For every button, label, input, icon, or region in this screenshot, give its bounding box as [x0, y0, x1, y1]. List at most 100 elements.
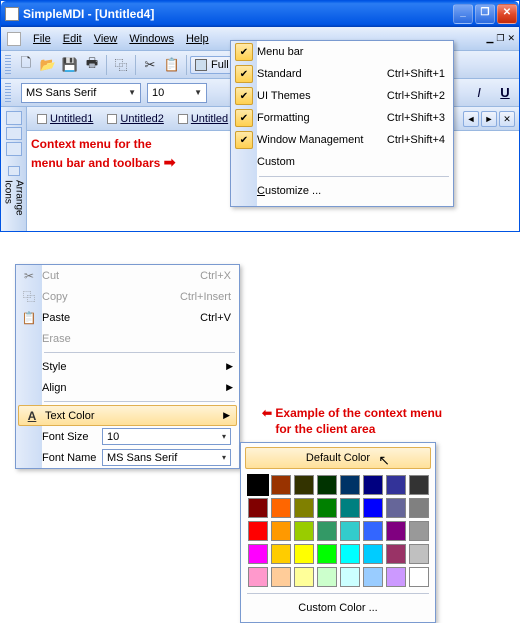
color-swatch[interactable]: [271, 475, 291, 495]
doc-icon: [178, 114, 188, 124]
toolbar-grip[interactable]: [5, 55, 11, 75]
separator: [44, 352, 235, 353]
tab-scroll-left-button[interactable]: ◄: [463, 111, 479, 127]
tab-untitled1[interactable]: Untitled1: [31, 110, 99, 128]
ctx-item-cut[interactable]: ✂CutCtrl+X: [16, 265, 239, 286]
color-swatch[interactable]: [271, 567, 291, 587]
underline-button[interactable]: U: [495, 85, 515, 100]
color-swatch[interactable]: [409, 544, 429, 564]
menu-windows[interactable]: Windows: [123, 30, 180, 48]
fontname-combo[interactable]: MS Sans Serif▾: [102, 449, 231, 466]
mdi-minimize-button[interactable]: ▁: [486, 33, 493, 44]
ctx-item-align[interactable]: Align▶: [16, 377, 239, 398]
color-swatch[interactable]: [271, 498, 291, 518]
color-swatch[interactable]: [271, 544, 291, 564]
color-swatch[interactable]: [248, 567, 268, 587]
ctx-item-style[interactable]: Style▶: [16, 356, 239, 377]
open-icon[interactable]: 📂: [37, 54, 59, 76]
color-swatch[interactable]: [363, 498, 383, 518]
check-icon: ✔: [235, 43, 253, 61]
font-size-combo[interactable]: 10 ▼: [147, 83, 207, 103]
close-button[interactable]: ✕: [497, 4, 517, 24]
toolbar-grip[interactable]: [5, 83, 11, 103]
ctx-item-copy[interactable]: ⿻CopyCtrl+Insert: [16, 286, 239, 307]
ctx-item-standard[interactable]: ✔StandardCtrl+Shift+1: [231, 63, 453, 85]
color-swatch[interactable]: [386, 498, 406, 518]
tab-close-button[interactable]: ✕: [499, 111, 515, 127]
ctx-item-winmgmt[interactable]: ✔Window ManagementCtrl+Shift+4: [231, 129, 453, 151]
maximize-button[interactable]: ❐: [475, 4, 495, 24]
color-swatch[interactable]: [340, 475, 360, 495]
color-swatch[interactable]: [294, 475, 314, 495]
tile-v-icon[interactable]: [6, 142, 22, 156]
color-swatch[interactable]: [294, 498, 314, 518]
color-swatch[interactable]: [409, 498, 429, 518]
color-swatch[interactable]: [248, 498, 268, 518]
color-swatch[interactable]: [409, 567, 429, 587]
ctx-item-fontsize[interactable]: Font Size10▾: [16, 426, 239, 447]
ctx-item-paste[interactable]: 📋PasteCtrl+V: [16, 307, 239, 328]
color-swatch[interactable]: [248, 544, 268, 564]
color-swatch[interactable]: [317, 544, 337, 564]
tab-untitled3[interactable]: Untitled: [172, 110, 234, 128]
color-swatch[interactable]: [386, 567, 406, 587]
color-swatch[interactable]: [386, 544, 406, 564]
cursor-icon: ↖: [378, 452, 390, 469]
color-swatch[interactable]: [386, 521, 406, 541]
new-icon[interactable]: 🗋: [15, 54, 37, 76]
tab-untitled2[interactable]: Untitled2: [101, 110, 169, 128]
color-swatch[interactable]: [248, 475, 268, 495]
color-swatch[interactable]: [248, 521, 268, 541]
ctx-item-menubar[interactable]: ✔Menu bar: [231, 41, 453, 63]
color-swatch[interactable]: [363, 567, 383, 587]
color-swatch[interactable]: [363, 475, 383, 495]
tab-scroll-right-button[interactable]: ►: [481, 111, 497, 127]
italic-button[interactable]: I: [469, 85, 489, 100]
tile-h-icon[interactable]: [6, 127, 22, 141]
color-swatch[interactable]: [317, 475, 337, 495]
fontsize-combo[interactable]: 10▾: [102, 428, 231, 445]
ctx-item-erase[interactable]: Erase: [16, 328, 239, 349]
default-color-button[interactable]: Default Color ↖: [245, 447, 431, 469]
color-swatch[interactable]: [317, 521, 337, 541]
mdi-restore-button[interactable]: ❐: [496, 33, 504, 44]
ctx-item-fontname[interactable]: Font NameMS Sans Serif▾: [16, 447, 239, 468]
menu-edit[interactable]: Edit: [57, 30, 88, 48]
color-swatch[interactable]: [386, 475, 406, 495]
color-swatch[interactable]: [409, 521, 429, 541]
color-swatch[interactable]: [363, 544, 383, 564]
color-swatch[interactable]: [409, 475, 429, 495]
color-swatch[interactable]: [340, 521, 360, 541]
check-icon: ✔: [235, 87, 253, 105]
color-swatch[interactable]: [294, 544, 314, 564]
ctx-item-uithemes[interactable]: ✔UI ThemesCtrl+Shift+2: [231, 85, 453, 107]
color-swatch[interactable]: [317, 498, 337, 518]
titlebar[interactable]: SimpleMDI - [Untitled4] _ ❐ ✕: [1, 1, 519, 27]
copy-icon[interactable]: ⿻: [110, 54, 132, 76]
cascade-icon[interactable]: [6, 111, 22, 125]
menu-file[interactable]: File: [27, 30, 57, 48]
color-swatch[interactable]: [317, 567, 337, 587]
color-swatch[interactable]: [340, 544, 360, 564]
ctx-item-customize[interactable]: Customize ...: [231, 180, 453, 202]
menu-view[interactable]: View: [88, 30, 124, 48]
save-icon[interactable]: 💾: [59, 54, 81, 76]
color-swatch[interactable]: [340, 498, 360, 518]
arrange-icons-button[interactable]: Arrange Icons: [3, 166, 25, 231]
custom-color-button[interactable]: Custom Color ...: [245, 598, 431, 618]
color-swatch[interactable]: [294, 521, 314, 541]
minimize-button[interactable]: _: [453, 4, 473, 24]
mdi-close-button[interactable]: ✕: [507, 33, 515, 44]
paste-icon[interactable]: 📋: [161, 54, 183, 76]
menu-help[interactable]: Help: [180, 30, 215, 48]
color-swatch[interactable]: [294, 567, 314, 587]
ctx-item-custom[interactable]: Custom: [231, 151, 453, 173]
cut-icon[interactable]: ✂: [139, 54, 161, 76]
ctx-item-textcolor[interactable]: AText Color▶: [18, 405, 237, 426]
color-swatch[interactable]: [271, 521, 291, 541]
color-swatch[interactable]: [340, 567, 360, 587]
color-swatch[interactable]: [363, 521, 383, 541]
ctx-item-formatting[interactable]: ✔FormattingCtrl+Shift+3: [231, 107, 453, 129]
font-name-combo[interactable]: MS Sans Serif ▼: [21, 83, 141, 103]
print-icon[interactable]: 🖶: [81, 54, 103, 76]
